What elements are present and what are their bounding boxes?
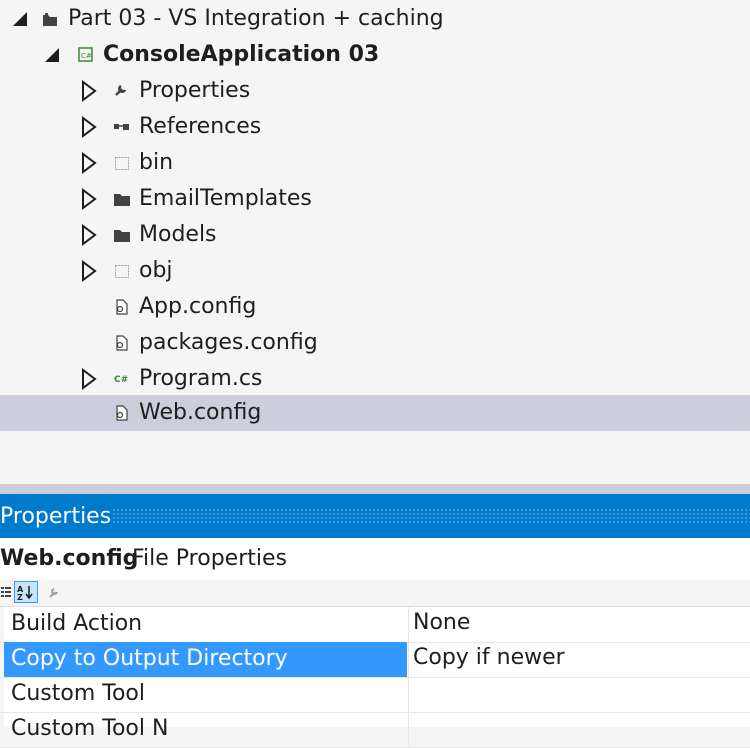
tree-item-web-config[interactable]: Web.config [0,395,750,431]
property-row-build-action[interactable]: Build Action None [0,607,750,643]
references-icon [112,109,132,145]
tree-item-label: ConsoleApplication 03 [103,42,380,67]
property-value[interactable]: None [413,609,470,637]
tree-item-label: References [139,114,262,139]
properties-toolbar: AZ [0,580,750,606]
tree-item-models[interactable]: Models [0,217,750,253]
tree-item-packages-config[interactable]: packages.config [0,325,750,361]
object-selector[interactable]: Web.config File Properties [0,538,750,580]
project-folder-icon [40,1,60,37]
tree-item-label: obj [139,258,173,283]
csharp-file-icon: C# [112,361,132,397]
property-row-custom-tool[interactable]: Custom Tool [0,677,750,713]
tree-item-app-config[interactable]: App.config [0,289,750,325]
collapsed-arrow-icon[interactable] [78,217,100,253]
tree-item-emailtemplates[interactable]: EmailTemplates [0,181,750,217]
object-type: File Properties [132,546,287,571]
tree-item-properties[interactable]: Properties [0,73,750,109]
properties-title: Properties [0,504,112,529]
property-name: Custom Tool N [11,716,169,741]
tree-item-solution-folder[interactable]: Part 03 - VS Integration + caching [0,1,750,37]
properties-panel: Properties Web.config File Properties AZ… [0,494,750,748]
alphabetical-icon[interactable]: AZ [14,581,38,603]
property-name: Build Action [11,611,143,636]
panel-splitter[interactable] [0,484,750,494]
tree-item-project[interactable]: C# ConsoleApplication 03 [0,37,750,73]
collapsed-arrow-icon[interactable] [78,145,100,181]
wrench-icon [112,73,132,109]
tree-item-label: EmailTemplates [139,186,312,211]
config-file-icon [112,325,132,361]
tree-item-label: Program.cs [139,366,263,391]
properties-title-bar[interactable]: Properties [0,494,750,538]
tree-item-label: App.config [139,294,257,319]
svg-text:C#: C# [81,52,92,60]
solution-explorer: Part 03 - VS Integration + caching C# Co… [0,0,750,484]
categorized-icon[interactable] [0,581,12,603]
tree-item-label: packages.config [139,330,318,355]
collapsed-arrow-icon[interactable] [78,253,100,289]
tree-item-obj[interactable]: obj [0,253,750,289]
expanded-arrow-icon[interactable] [42,37,64,73]
tree-item-label: Models [139,222,217,247]
collapsed-arrow-icon[interactable] [78,361,100,397]
collapsed-arrow-icon[interactable] [78,109,100,145]
property-row-custom-tool-namespace[interactable]: Custom Tool N [0,712,750,748]
folder-icon [112,181,132,217]
svg-text:C#: C# [114,375,128,385]
config-file-icon [112,289,132,325]
tree-item-references[interactable]: References [0,109,750,145]
collapsed-arrow-icon[interactable] [78,73,100,109]
tree-item-label: bin [139,150,174,175]
property-row-copy-to-output[interactable]: Copy to Output Directory Copy if newer [0,642,750,678]
property-name: Copy to Output Directory [11,646,288,671]
folder-icon [112,217,132,253]
tree-item-bin[interactable]: bin [0,145,750,181]
hidden-folder-icon [112,253,132,289]
collapsed-arrow-icon[interactable] [78,181,100,217]
property-pages-icon[interactable] [46,581,64,603]
property-value[interactable]: Copy if newer [413,644,565,672]
tree-item-program-cs[interactable]: C# Program.cs [0,361,750,397]
config-file-icon [112,395,132,431]
tree-item-label: Web.config [139,400,262,425]
hidden-folder-icon [112,145,132,181]
tree-item-label: Part 03 - VS Integration + caching [68,6,444,31]
property-name: Custom Tool [11,681,146,706]
object-name: Web.config [0,546,139,571]
svg-text:Z: Z [17,593,23,602]
property-grid: Build Action None Copy to Output Directo… [0,606,750,748]
csharp-project-icon: C# [76,37,96,73]
tree-item-label: Properties [139,78,251,103]
expanded-arrow-icon[interactable] [10,1,32,37]
